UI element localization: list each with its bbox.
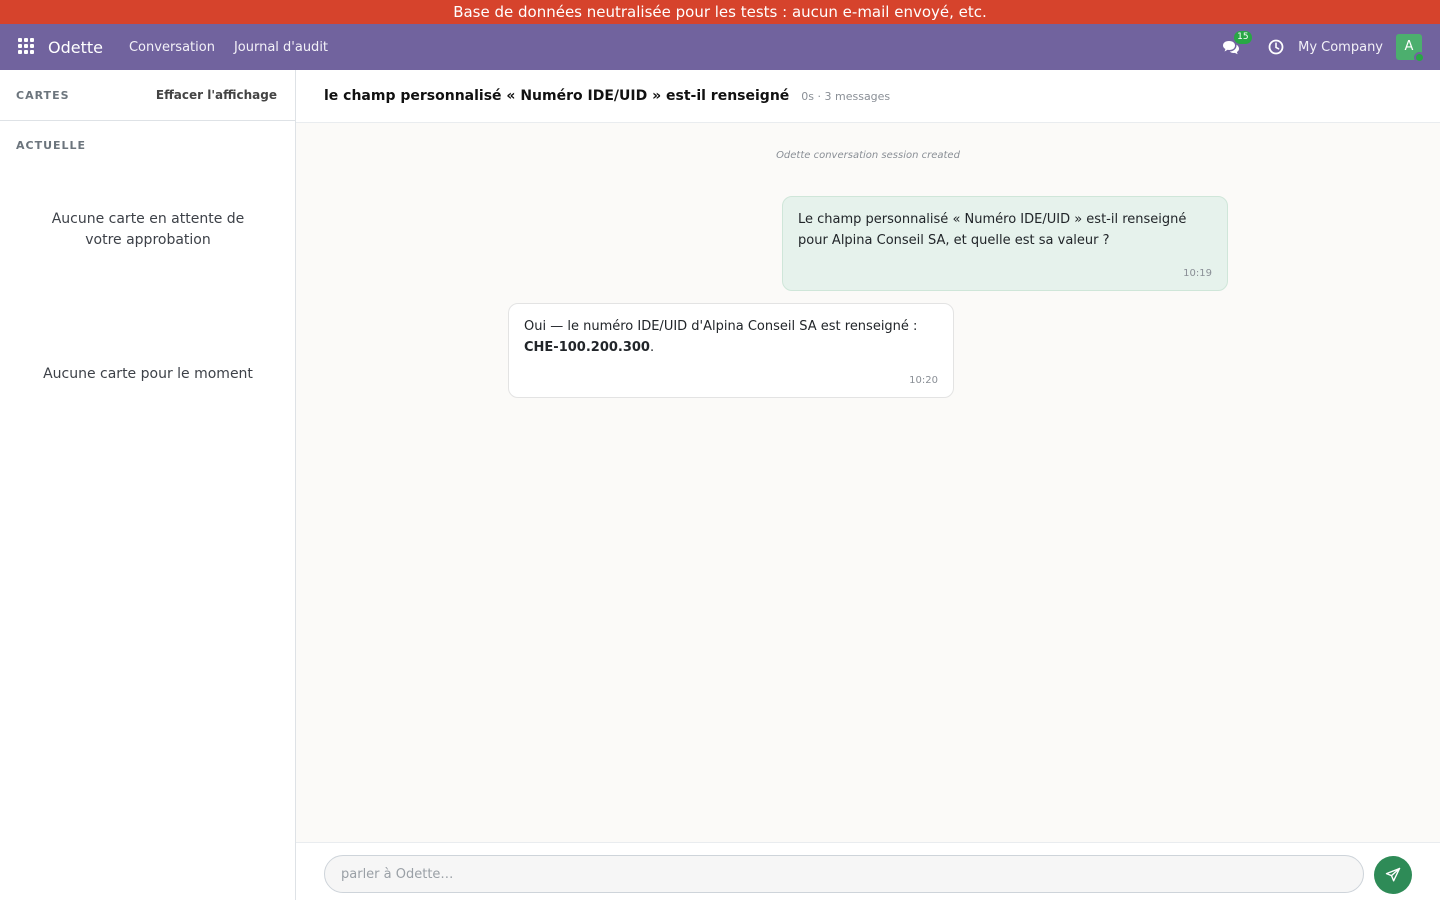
send-icon xyxy=(1385,867,1401,882)
conversation-header: le champ personnalisé « Numéro IDE/UID »… xyxy=(296,70,1440,123)
message-time: 10:19 xyxy=(1183,268,1212,279)
message-text: Le champ personnalisé « Numéro IDE/UID »… xyxy=(798,212,1187,248)
online-status-icon xyxy=(1414,52,1425,63)
current-section-label: ACTUELLE xyxy=(16,139,87,152)
message-composer xyxy=(296,842,1440,900)
conversation-title: le champ personnalisé « Numéro IDE/UID »… xyxy=(324,88,790,104)
nav-audit-log[interactable]: Journal d'audit xyxy=(234,40,328,55)
no-pending-cards-message: Aucune carte en attente de votre approba… xyxy=(51,211,245,248)
clock-icon xyxy=(1268,39,1284,55)
send-button[interactable] xyxy=(1374,856,1412,894)
message-text-part: . xyxy=(649,340,655,355)
conversation-pane: le champ personnalisé « Numéro IDE/UID »… xyxy=(296,70,1440,900)
top-navbar: Odette Conversation Journal d'audit 15 M… xyxy=(0,24,1440,70)
message-text: Oui — le numéro IDE/UID d'Alpina Conseil… xyxy=(524,316,938,358)
app-brand[interactable]: Odette xyxy=(48,38,103,57)
messaging-icon[interactable]: 15 xyxy=(1222,31,1252,56)
clear-display-button[interactable]: Effacer l'affichage xyxy=(156,88,277,102)
assistant-message: Oui — le numéro IDE/UID d'Alpina Conseil… xyxy=(508,303,954,398)
sidebar-header: CARTES Effacer l'affichage xyxy=(0,70,295,121)
cards-sidebar: CARTES Effacer l'affichage ACTUELLE Aucu… xyxy=(0,70,296,900)
no-cards-message: Aucune carte pour le moment xyxy=(43,366,253,382)
conversation-meta: 0s · 3 messages xyxy=(801,89,891,103)
navbar-systray: 15 My Company A xyxy=(1222,24,1440,70)
message-time: 10:20 xyxy=(909,375,938,386)
user-avatar[interactable]: A xyxy=(1396,34,1425,63)
message-text-part: Oui — le numéro IDE/UID d'Alpina Conseil… xyxy=(524,319,918,334)
message-input[interactable] xyxy=(324,855,1364,893)
test-database-banner: Base de données neutralisée pour les tes… xyxy=(0,0,1440,24)
activity-clock-icon[interactable] xyxy=(1268,39,1284,55)
sidebar-title: CARTES xyxy=(16,88,70,102)
user-message: Le champ personnalisé « Numéro IDE/UID »… xyxy=(782,196,1228,291)
unread-count-badge: 15 xyxy=(1234,31,1252,44)
apps-grid-icon[interactable] xyxy=(18,38,36,56)
company-switcher[interactable]: My Company xyxy=(1298,40,1383,55)
avatar-letter: A xyxy=(1404,39,1414,54)
session-created-note: Odette conversation session created xyxy=(776,150,960,161)
ide-uid-value: CHE-100.200.300 xyxy=(524,340,650,355)
nav-conversation[interactable]: Conversation xyxy=(129,40,215,55)
